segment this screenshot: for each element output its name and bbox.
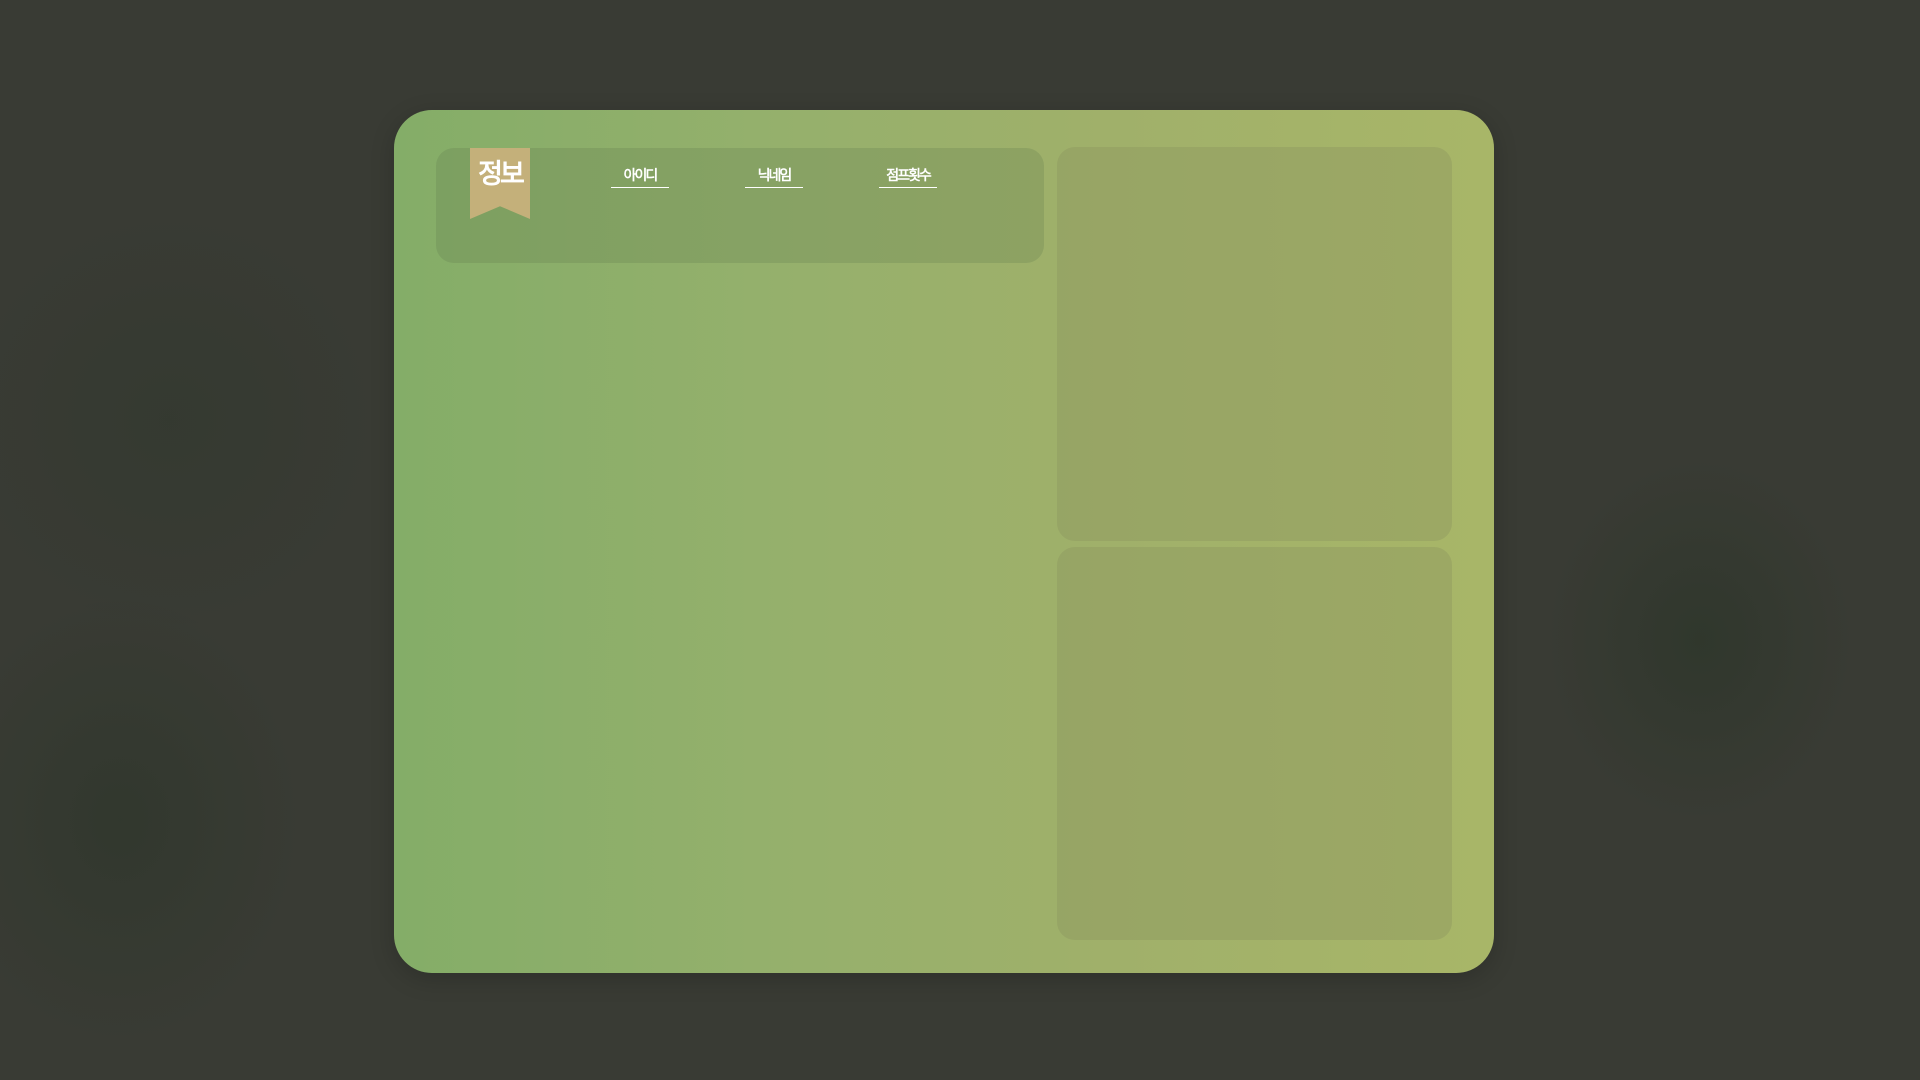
nickname-field-label: 닉네임 [745, 167, 803, 188]
side-panel-top [1057, 147, 1452, 541]
info-card: 정보 아이디 닉네임 점프횟수 [436, 148, 1044, 263]
info-ribbon-badge: 정보 [470, 148, 530, 219]
side-panel-bottom [1057, 547, 1452, 940]
id-field-label: 아이디 [611, 167, 669, 188]
info-ribbon-label: 정보 [478, 159, 525, 190]
main-panel: 정보 아이디 닉네임 점프횟수 [394, 110, 1494, 973]
jump-count-field-label: 점프횟수 [879, 167, 937, 188]
